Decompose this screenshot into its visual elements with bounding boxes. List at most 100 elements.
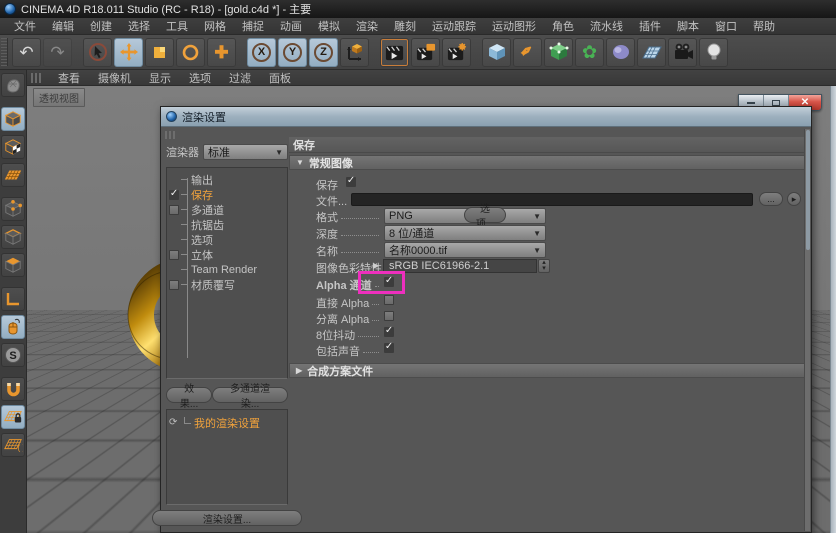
- menu-simulate[interactable]: 模拟: [310, 18, 348, 34]
- viewport-menu-panel[interactable]: 面板: [260, 70, 300, 86]
- menu-sculpt[interactable]: 雕刻: [386, 18, 424, 34]
- menu-tools[interactable]: 工具: [158, 18, 196, 34]
- viewport-solo-mouse-icon[interactable]: [1, 315, 25, 339]
- renderer-dropdown[interactable]: 标准 ▼: [203, 144, 288, 160]
- dialog-scrollbar[interactable]: [804, 129, 810, 531]
- include-sound-checkbox[interactable]: ✓: [384, 343, 394, 353]
- menu-mograph[interactable]: 运动图形: [484, 18, 544, 34]
- toolbar-grip[interactable]: [1, 38, 8, 66]
- render-settings-icon[interactable]: [442, 38, 471, 67]
- light-icon[interactable]: [699, 38, 728, 67]
- last-tool-icon[interactable]: ✚: [207, 38, 236, 67]
- dither-checkbox[interactable]: ✓: [384, 327, 394, 337]
- menu-plugins[interactable]: 插件: [631, 18, 669, 34]
- dialog-title-bar[interactable]: 渲染设置: [161, 107, 811, 127]
- viewport-menu-options[interactable]: 选项: [180, 70, 220, 86]
- sculpt-head-icon[interactable]: [1, 73, 25, 97]
- tree-item-output[interactable]: 输出: [167, 172, 287, 187]
- format-options-button[interactable]: 选项...: [464, 207, 506, 223]
- edge-mode-icon[interactable]: [1, 225, 25, 249]
- menu-snap[interactable]: 捕捉: [234, 18, 272, 34]
- texture-mode-icon[interactable]: [1, 135, 25, 159]
- pen-spline-icon[interactable]: ✒: [513, 38, 542, 67]
- profile-expand-icon[interactable]: ▶: [373, 261, 379, 270]
- axis-y-lock[interactable]: Y: [278, 38, 307, 67]
- snap-s-icon[interactable]: S: [1, 343, 25, 367]
- axis-x-lock[interactable]: X: [247, 38, 276, 67]
- name-format-dropdown[interactable]: 名称0000.tif ▼: [384, 242, 546, 258]
- rotate-tool-icon[interactable]: [176, 38, 205, 67]
- workplane-mode-icon[interactable]: [1, 163, 25, 187]
- axis-z-lock[interactable]: Z: [309, 38, 338, 67]
- floor-icon[interactable]: [637, 38, 666, 67]
- workplane-lock-icon[interactable]: [1, 405, 25, 429]
- menu-pipeline[interactable]: 流水线: [582, 18, 631, 34]
- file-path-input[interactable]: [351, 193, 753, 206]
- alpha-channel-checkbox[interactable]: ✓: [384, 277, 394, 287]
- menu-file[interactable]: 文件: [6, 18, 44, 34]
- stereoscopic-enabled-checkbox[interactable]: [169, 250, 179, 260]
- tree-item-team-render[interactable]: Team Render: [167, 262, 287, 277]
- straight-alpha-checkbox[interactable]: [384, 295, 394, 305]
- menu-render[interactable]: 渲染: [348, 18, 386, 34]
- undo-icon[interactable]: ↶: [12, 38, 41, 67]
- tree-item-save[interactable]: ✓ 保存: [167, 187, 287, 202]
- polygon-mode-icon[interactable]: [1, 253, 25, 277]
- viewport-menu-grip-icon[interactable]: [31, 73, 43, 83]
- camera-icon[interactable]: [668, 38, 697, 67]
- multipass-render-button[interactable]: 多通道渲染...: [212, 387, 288, 403]
- color-profile-value[interactable]: sRGB IEC61966-2.1: [383, 259, 537, 273]
- move-tool-icon[interactable]: [114, 38, 143, 67]
- viewport-scrollbar[interactable]: [830, 86, 836, 533]
- add-cube-icon[interactable]: [482, 38, 511, 67]
- tree-item-material-override[interactable]: 材质覆写: [167, 277, 287, 292]
- point-mode-icon[interactable]: [1, 197, 25, 221]
- redo-icon[interactable]: ↷: [43, 38, 72, 67]
- separate-alpha-checkbox[interactable]: [384, 311, 394, 321]
- effects-button[interactable]: 效果...: [166, 387, 212, 403]
- subdivision-surface-icon[interactable]: [544, 38, 573, 67]
- scale-tool-icon[interactable]: [145, 38, 174, 67]
- menu-create[interactable]: 创建: [82, 18, 120, 34]
- viewport-menu-display[interactable]: 显示: [140, 70, 180, 86]
- coordinate-system-icon[interactable]: [340, 38, 369, 67]
- menu-select[interactable]: 选择: [120, 18, 158, 34]
- viewport-menu-filter[interactable]: 过滤: [220, 70, 260, 86]
- menu-mesh[interactable]: 网格: [196, 18, 234, 34]
- model-mode-icon[interactable]: [1, 107, 25, 131]
- tree-item-options[interactable]: 选项: [167, 232, 287, 247]
- viewport-menu-view[interactable]: 查看: [49, 70, 89, 86]
- save-enabled-checkbox[interactable]: ✓: [169, 190, 179, 200]
- tree-item-multipass[interactable]: 多通道: [167, 202, 287, 217]
- render-view-icon[interactable]: [380, 38, 409, 67]
- tree-item-antialiasing[interactable]: 抗锯齿: [167, 217, 287, 232]
- live-selection-icon[interactable]: [83, 38, 112, 67]
- save-checkbox[interactable]: ✓: [346, 177, 356, 187]
- tree-item-stereoscopic[interactable]: 立体: [167, 247, 287, 262]
- enable-axis-icon[interactable]: [1, 287, 25, 311]
- regular-image-section-header[interactable]: ▼ 常规图像: [289, 155, 806, 170]
- menu-script[interactable]: 脚本: [669, 18, 707, 34]
- file-browse-button[interactable]: ...: [759, 192, 783, 206]
- depth-dropdown[interactable]: 8 位/通道 ▼: [384, 225, 546, 241]
- workplane-mode2-icon[interactable]: ( ): [1, 433, 25, 457]
- file-options-arrow-button[interactable]: ▸: [787, 192, 801, 206]
- preset-item-my-render-settings[interactable]: ⟳ 我的渲染设置: [167, 415, 287, 430]
- deformer-icon[interactable]: ✿: [575, 38, 604, 67]
- material-override-checkbox[interactable]: [169, 280, 179, 290]
- render-settings-bottom-button[interactable]: 渲染设置...: [152, 510, 302, 526]
- magnet-snapping-icon[interactable]: [1, 377, 25, 401]
- environment-icon[interactable]: [606, 38, 635, 67]
- menu-character[interactable]: 角色: [544, 18, 582, 34]
- menu-motion-tracker[interactable]: 运动跟踪: [424, 18, 484, 34]
- viewport-menu-cameras[interactable]: 摄像机: [89, 70, 140, 86]
- menu-help[interactable]: 帮助: [745, 18, 783, 34]
- compositing-section-header[interactable]: ▶ 合成方案文件: [289, 363, 806, 378]
- menu-edit[interactable]: 编辑: [44, 18, 82, 34]
- chevron-down-icon: ▼: [275, 148, 283, 157]
- render-picture-viewer-icon[interactable]: [411, 38, 440, 67]
- menu-animate[interactable]: 动画: [272, 18, 310, 34]
- profile-spinner-button[interactable]: ▴▾: [538, 259, 550, 273]
- multipass-enabled-checkbox[interactable]: [169, 205, 179, 215]
- menu-window[interactable]: 窗口: [707, 18, 745, 34]
